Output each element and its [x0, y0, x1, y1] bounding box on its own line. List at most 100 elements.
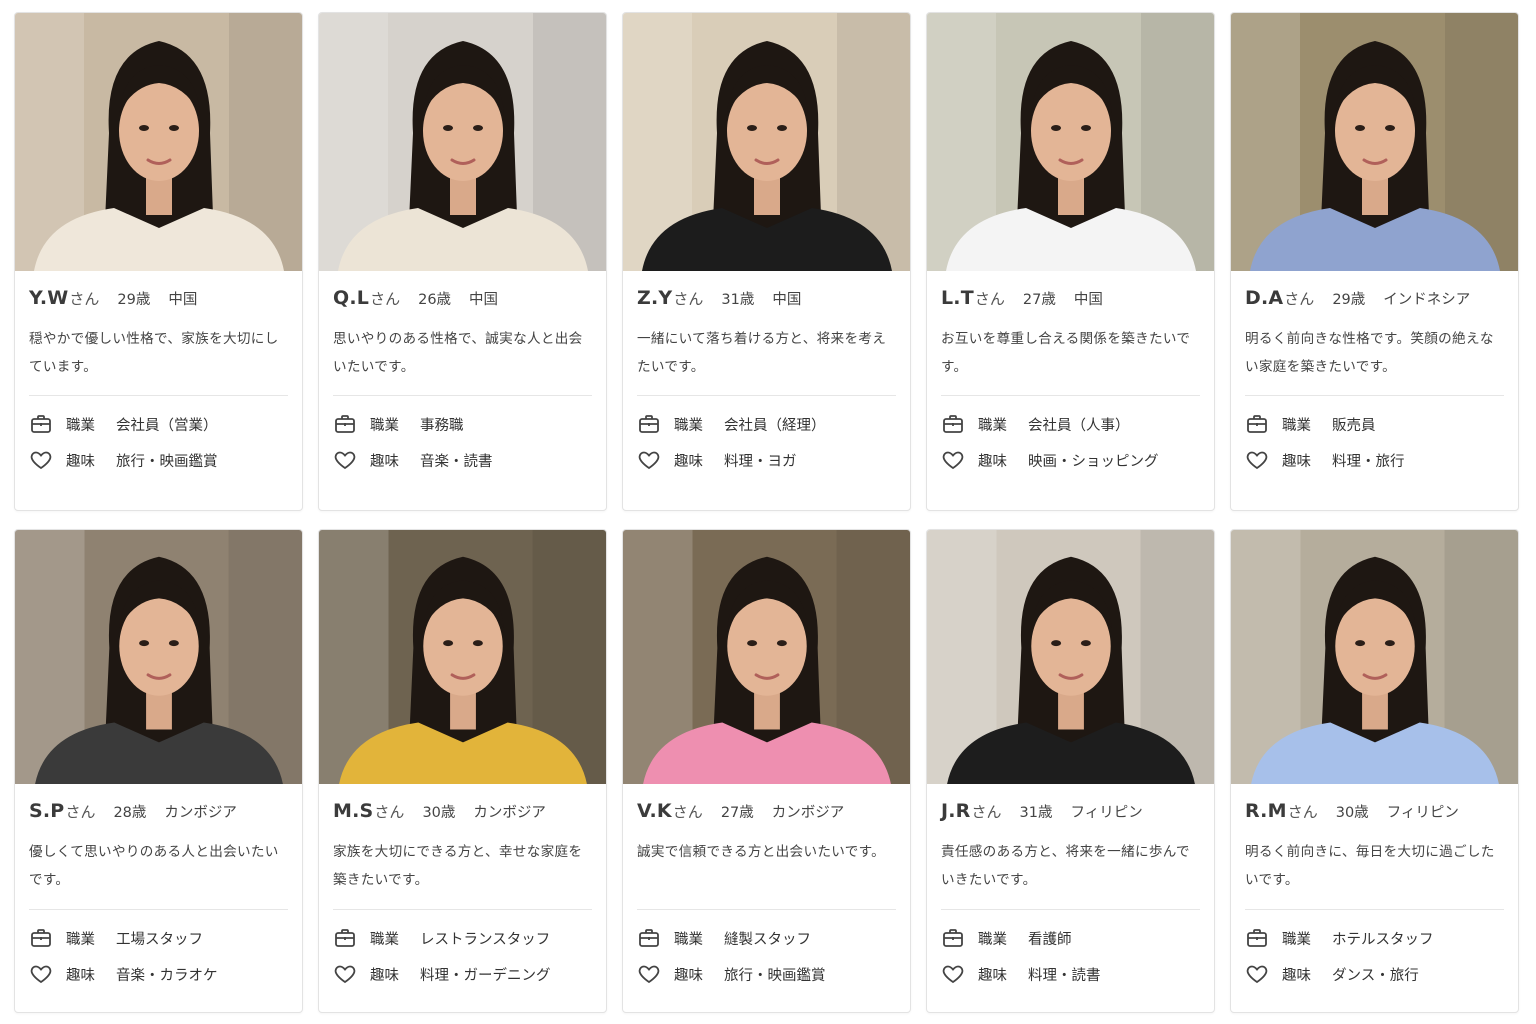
profile-honorific: さん: [974, 290, 1005, 308]
profile-description: 責任感のある方と、将来を一緒に歩んでいきたいです。: [941, 844, 1190, 888]
profile-card[interactable]: V.K さん 27歳 カンボジア 誠実で信頼できる方と出会いたいです。 職業 縫…: [622, 529, 911, 1013]
profile-name: Q.L: [333, 287, 370, 309]
profile-description: お互いを尊重し合える関係を築きたいです。: [941, 331, 1191, 375]
hobby-value: 音楽・読書: [420, 453, 493, 470]
heart-icon[interactable]: [333, 448, 357, 472]
profile-card[interactable]: S.P さん 28歳 カンボジア 優しくて思いやりのある人と出会いたいです。 職…: [14, 529, 303, 1013]
heart-icon[interactable]: [941, 448, 965, 472]
briefcase-icon: [333, 412, 357, 436]
profile-age: 29歳: [1332, 292, 1366, 308]
heart-icon[interactable]: [637, 448, 661, 472]
occupation-label: 職業: [1282, 417, 1311, 434]
profile-name: J.R: [941, 800, 971, 822]
hobby-value: 料理・ヨガ: [724, 453, 797, 470]
profile-name: M.S: [333, 800, 374, 822]
profile-photo[interactable]: [319, 530, 606, 784]
profile-card[interactable]: Q.L さん 26歳 中国 思いやりのある性格で、誠実な人と出会いたいです。 職…: [318, 12, 607, 511]
occupation-value: 縫製スタッフ: [724, 931, 811, 948]
profile-header: L.T さん 27歳 中国: [941, 287, 1200, 313]
profile-header: Z.Y さん 31歳 中国: [637, 287, 896, 313]
occupation-value: 看護師: [1028, 931, 1072, 948]
heart-icon[interactable]: [1245, 962, 1269, 986]
heart-icon[interactable]: [941, 962, 965, 986]
hobby-label: 趣味: [978, 453, 1007, 470]
profile-age: 28歳: [113, 805, 147, 821]
hobby-row: 趣味 料理・ヨガ: [637, 442, 896, 478]
hobby-row: 趣味 旅行・映画鑑賞: [29, 442, 288, 478]
hobby-label: 趣味: [978, 967, 1007, 984]
hobby-label: 趣味: [1282, 967, 1311, 984]
occupation-label: 職業: [370, 417, 399, 434]
profile-photo[interactable]: [319, 13, 606, 271]
occupation-row: 職業 ホテルスタッフ: [1245, 920, 1504, 956]
profile-card[interactable]: R.M さん 30歳 フィリピン 明るく前向きに、毎日を大切に過ごしたいです。 …: [1230, 529, 1519, 1013]
divider: [941, 395, 1200, 396]
briefcase-icon: [941, 412, 965, 436]
profile-header: J.R さん 31歳 フィリピン: [941, 800, 1200, 826]
profile-card[interactable]: Z.Y さん 31歳 中国 一緒にいて落ち着ける方と、将来を考えたいです。 職業…: [622, 12, 911, 511]
profile-photo[interactable]: [1231, 13, 1518, 271]
profile-honorific: さん: [69, 290, 100, 308]
heart-icon[interactable]: [637, 962, 661, 986]
profile-photo[interactable]: [1231, 530, 1518, 784]
briefcase-icon: [637, 412, 661, 436]
hobby-value: 音楽・カラオケ: [116, 967, 218, 984]
profile-description: 誠実で信頼できる方と出会いたいです。: [637, 844, 886, 860]
profile-card[interactable]: J.R さん 31歳 フィリピン 責任感のある方と、将来を一緒に歩んでいきたいで…: [926, 529, 1215, 1013]
profile-header: Y.W さん 29歳 中国: [29, 287, 288, 313]
profile-card[interactable]: Y.W さん 29歳 中国 穏やかで優しい性格で、家族を大切にしています。 職業…: [14, 12, 303, 511]
heart-icon[interactable]: [29, 448, 53, 472]
profile-card[interactable]: M.S さん 30歳 カンボジア 家族を大切にできる方と、幸せな家庭を築きたいで…: [318, 529, 607, 1013]
profile-header: S.P さん 28歳 カンボジア: [29, 800, 288, 826]
briefcase-icon: [637, 926, 661, 950]
profile-description: 優しくて思いやりのある人と出会いたいです。: [29, 844, 279, 888]
heart-icon[interactable]: [333, 962, 357, 986]
briefcase-icon: [29, 412, 53, 436]
profile-header: D.A さん 29歳 インドネシア: [1245, 287, 1504, 313]
occupation-label: 職業: [978, 417, 1007, 434]
divider: [333, 909, 592, 910]
hobby-value: ダンス・旅行: [1332, 967, 1419, 984]
occupation-row: 職業 縫製スタッフ: [637, 920, 896, 956]
profile-photo[interactable]: [623, 13, 910, 271]
occupation-row: 職業 販売員: [1245, 406, 1504, 442]
profile-name: Y.W: [29, 287, 69, 309]
profile-age: 29歳: [117, 292, 151, 308]
occupation-row: 職業 看護師: [941, 920, 1200, 956]
profile-country: フィリピン: [1070, 805, 1143, 821]
occupation-label: 職業: [1282, 931, 1311, 948]
profile-header: R.M さん 30歳 フィリピン: [1245, 800, 1504, 826]
profile-photo[interactable]: [623, 530, 910, 784]
hobby-row: 趣味 ダンス・旅行: [1245, 956, 1504, 992]
divider: [941, 909, 1200, 910]
profile-photo[interactable]: [15, 530, 302, 784]
hobby-row: 趣味 旅行・映画鑑賞: [637, 956, 896, 992]
profile-name: L.T: [941, 287, 974, 309]
occupation-label: 職業: [370, 931, 399, 948]
profile-description: 穏やかで優しい性格で、家族を大切にしています。: [29, 331, 279, 375]
heart-icon[interactable]: [29, 962, 53, 986]
hobby-row: 趣味 映画・ショッピング: [941, 442, 1200, 478]
hobby-value: 料理・読書: [1028, 967, 1101, 984]
hobby-row: 趣味 料理・ガーデニング: [333, 956, 592, 992]
profile-age: 30歳: [1335, 805, 1369, 821]
divider: [637, 909, 896, 910]
occupation-value: 会社員（営業）: [116, 417, 218, 434]
profile-card[interactable]: L.T さん 27歳 中国 お互いを尊重し合える関係を築きたいです。 職業 会社…: [926, 12, 1215, 511]
briefcase-icon: [29, 926, 53, 950]
profile-card[interactable]: D.A さん 29歳 インドネシア 明るく前向きな性格です。笑顔の絶えない家庭を…: [1230, 12, 1519, 511]
profile-photo[interactable]: [927, 13, 1214, 271]
occupation-label: 職業: [66, 417, 95, 434]
profile-photo[interactable]: [927, 530, 1214, 784]
hobby-label: 趣味: [674, 967, 703, 984]
occupation-value: 事務職: [420, 417, 464, 434]
occupation-label: 職業: [66, 931, 95, 948]
profile-name: S.P: [29, 800, 65, 822]
occupation-row: 職業 会社員（経理）: [637, 406, 896, 442]
occupation-row: 職業 会社員（人事）: [941, 406, 1200, 442]
hobby-row: 趣味 料理・読書: [941, 956, 1200, 992]
hobby-value: 映画・ショッピング: [1028, 453, 1159, 470]
profile-age: 31歳: [1019, 805, 1053, 821]
profile-photo[interactable]: [15, 13, 302, 271]
heart-icon[interactable]: [1245, 448, 1269, 472]
